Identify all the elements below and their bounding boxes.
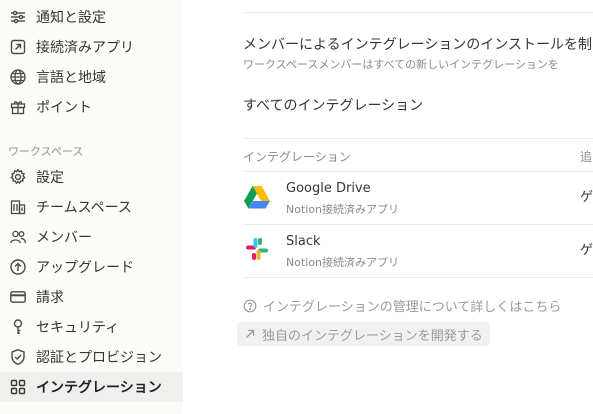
sidebar-item-label: チームスペース bbox=[36, 200, 132, 216]
key-icon bbox=[8, 317, 28, 337]
sidebar-item-security[interactable]: セキュリティ bbox=[0, 312, 183, 342]
integration-name: Slack bbox=[286, 234, 321, 249]
divider bbox=[243, 12, 593, 13]
upgrade-icon bbox=[8, 257, 28, 277]
building-icon bbox=[8, 197, 28, 217]
sidebar-item-integrations[interactable]: インテグレーション bbox=[0, 372, 183, 402]
sidebar-item-label: アップグレード bbox=[36, 260, 134, 276]
added-by-cell: ゲ bbox=[580, 243, 593, 258]
arrow-up-right-icon bbox=[246, 329, 255, 338]
people-icon bbox=[8, 227, 28, 247]
added-by-cell: ゲ bbox=[580, 190, 593, 205]
sidebar-item-billing[interactable]: 請求 bbox=[0, 282, 183, 312]
shield-check-icon bbox=[8, 347, 28, 367]
column-header-integration: インテグレーション bbox=[243, 150, 351, 164]
credit-card-icon bbox=[8, 287, 28, 307]
table-row[interactable]: Slack Notion接続済みアプリ ゲ bbox=[243, 225, 593, 277]
sidebar-item-label: 言語と地域 bbox=[36, 70, 106, 86]
sidebar-item-label: 設定 bbox=[36, 170, 64, 186]
divider bbox=[243, 138, 593, 139]
globe-icon bbox=[8, 67, 28, 87]
sidebar-item-label: 請求 bbox=[36, 290, 64, 306]
column-header-added: 追 bbox=[580, 150, 593, 164]
grid-icon bbox=[8, 377, 28, 397]
workspace-section-label: ワークスペース bbox=[8, 145, 84, 158]
sidebar-item-label: セキュリティ bbox=[36, 320, 120, 336]
sidebar-item-label: メンバー bbox=[36, 230, 92, 246]
learn-more-link[interactable]: インテグレーションの管理について詳しくはこちら bbox=[243, 296, 561, 315]
integration-name: Google Drive bbox=[286, 181, 371, 196]
sidebar-item-connected-apps[interactable]: 接続済みアプリ bbox=[0, 32, 183, 62]
divider bbox=[243, 277, 593, 278]
integrations-panel: メンバーによるインテグレーションのインストールを制 ワークスペースメンバーはすべ… bbox=[183, 0, 593, 414]
sidebar-item-teamspaces[interactable]: チームスペース bbox=[0, 192, 183, 222]
external-link-icon bbox=[8, 37, 28, 57]
slack-icon bbox=[246, 238, 268, 260]
sidebar-item-language-region[interactable]: 言語と地域 bbox=[0, 62, 183, 92]
sidebar-item-label: 通知と設定 bbox=[36, 10, 106, 26]
sidebar-item-label: インテグレーション bbox=[36, 380, 162, 396]
integration-subtitle: Notion接続済みアプリ bbox=[286, 256, 400, 269]
sidebar-item-label: ポイント bbox=[36, 100, 92, 116]
settings-sidebar: 通知と設定 接続済みアプリ 言語と地域 ポイント ワークスペース 設定 チームス… bbox=[0, 0, 183, 414]
sidebar-item-label: 認証とプロビジョン bbox=[36, 350, 162, 366]
sidebar-item-members[interactable]: メンバー bbox=[0, 222, 183, 252]
sidebar-item-identity-provisioning[interactable]: 認証とプロビジョン bbox=[0, 342, 183, 372]
integration-subtitle: Notion接続済みアプリ bbox=[286, 203, 400, 216]
restrict-installs-title: メンバーによるインテグレーションのインストールを制 bbox=[243, 37, 593, 53]
develop-integration-label: 独自のインテグレーションを開発する bbox=[262, 328, 483, 344]
sliders-icon bbox=[8, 7, 28, 27]
sidebar-item-points[interactable]: ポイント bbox=[0, 92, 183, 122]
sidebar-item-settings[interactable]: 設定 bbox=[0, 162, 183, 192]
table-row[interactable]: Google Drive Notion接続済みアプリ ゲ bbox=[243, 172, 593, 224]
learn-more-label: インテグレーションの管理について詳しくはこちら bbox=[263, 300, 562, 315]
sidebar-item-label: 接続済みアプリ bbox=[36, 40, 134, 56]
sidebar-item-upgrade[interactable]: アップグレード bbox=[0, 252, 183, 282]
sidebar-item-notifications[interactable]: 通知と設定 bbox=[0, 2, 183, 32]
gift-icon bbox=[8, 97, 28, 117]
gear-icon bbox=[8, 167, 28, 187]
all-integrations-heading: すべてのインテグレーション bbox=[243, 98, 424, 114]
google-drive-icon bbox=[244, 186, 270, 209]
question-icon bbox=[243, 299, 257, 312]
develop-integration-button[interactable]: 独自のインテグレーションを開発する bbox=[237, 322, 490, 346]
restrict-installs-description: ワークスペースメンバーはすべての新しいインテグレーションを bbox=[243, 58, 559, 71]
